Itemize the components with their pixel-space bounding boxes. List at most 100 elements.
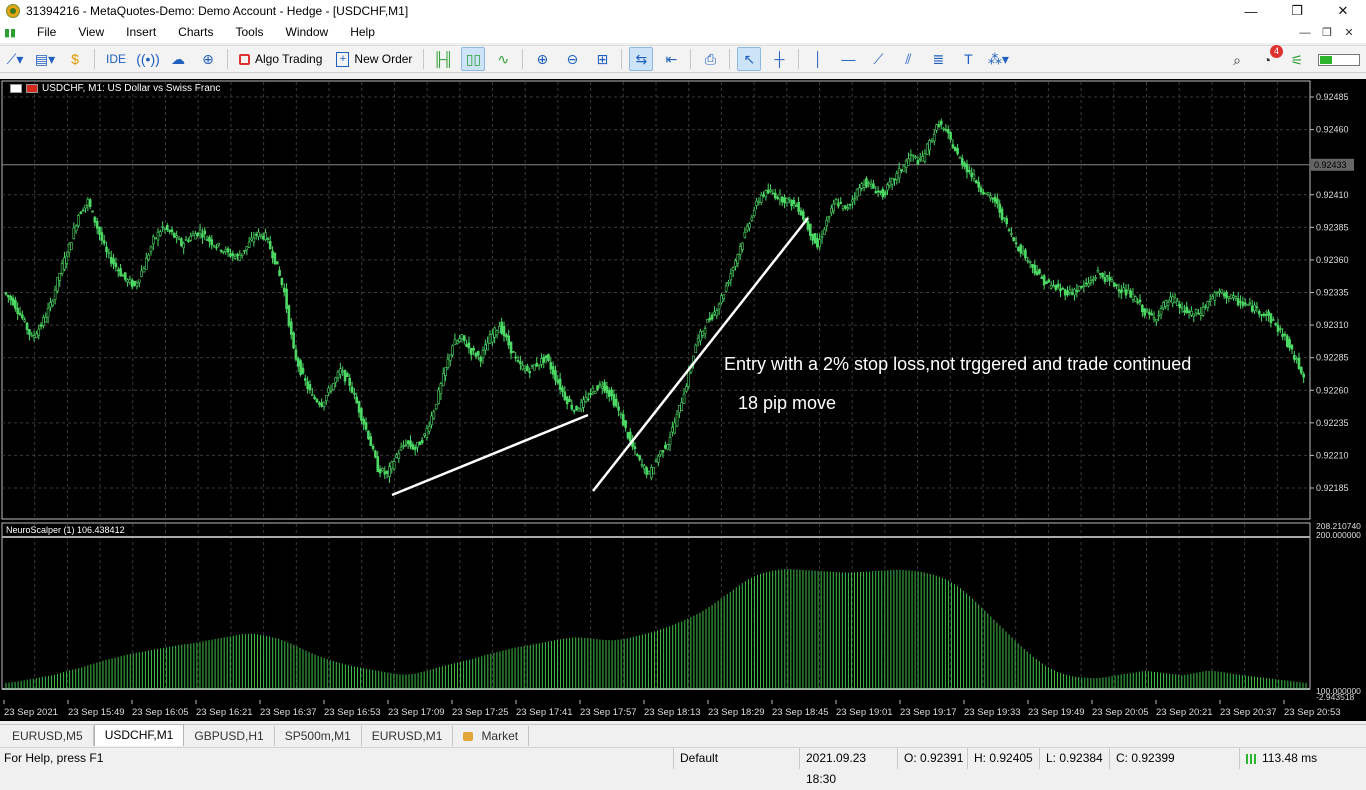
candle-body [135,282,139,287]
candle-body [537,364,541,367]
candle-body [1295,358,1298,360]
menu-charts[interactable]: Charts [167,22,224,43]
tile-windows-icon[interactable]: ⊞ [590,47,614,71]
chart-type-icon[interactable]: ⟋▾ [3,47,27,71]
auto-scroll-icon[interactable]: ⇆ [629,47,654,71]
algo-trading-button[interactable]: Algo Trading [235,47,326,71]
candle-body [245,246,249,251]
tab-market[interactable]: Market [453,726,530,746]
new-order-button[interactable]: + New Order [332,47,416,71]
candle-body [147,254,150,260]
templates-icon[interactable]: ▤▾ [33,47,57,71]
tab-eurusd-m1[interactable]: EURUSD,M1 [362,726,454,746]
candle-body [130,279,134,288]
shapes-icon[interactable]: ⁂▾ [986,47,1010,71]
vps-icon[interactable]: ⊕ [196,47,220,71]
candle-body [37,328,41,336]
candle-body [1143,308,1146,316]
menu-help[interactable]: Help [339,22,386,43]
horizontal-line-icon[interactable]: — [836,47,860,71]
menu-window[interactable]: Window [275,22,340,43]
vertical-line-icon[interactable]: │ [806,47,830,71]
channel-icon[interactable]: ⫽ [896,47,920,71]
chart-window[interactable]: 0.92485 0.92460 0.92410 0.92385 0.92360 0.923… [0,79,1366,721]
candle-body [371,445,375,449]
app-icon [6,4,20,18]
text-tool-icon[interactable]: T [956,47,980,71]
candlestick-chart-icon[interactable]: ▯▯ [461,47,486,71]
candle-body [88,199,92,207]
time-tick-label: 23 Sep 16:21 [196,707,253,718]
chart-minimize-icon[interactable]: — [1294,22,1316,43]
candle-body [462,335,466,341]
candle-body [18,312,22,316]
candle-body [626,432,630,439]
candle-body [748,223,751,229]
menu-view[interactable]: View [67,22,115,43]
candle-body [1047,279,1051,283]
line-chart-icon[interactable]: ∿ [491,47,515,71]
candle-body [755,200,758,206]
maximize-button[interactable]: ❐ [1274,0,1320,22]
menu-tools[interactable]: Tools [225,22,275,43]
close-button[interactable]: ✕ [1320,0,1366,22]
candle-body [523,368,527,371]
candle-body [568,398,571,402]
price-chart[interactable]: 0.92485 0.92460 0.92410 0.92385 0.92360 0.923… [0,79,1366,721]
tab-gbpusd-h1[interactable]: GBPUSD,H1 [184,726,275,746]
ide-button[interactable]: IDE [102,47,130,71]
status-help-text: For Help, press F1 [4,751,104,765]
candle-body [713,311,716,315]
notifications-icon[interactable]: ◔ 4 [1255,45,1283,72]
candle-body [1108,276,1111,281]
candle-body [984,192,987,195]
candle-body [657,455,660,463]
candle-body [633,446,637,450]
tab-sp500m-m1[interactable]: SP500m,M1 [275,726,362,746]
chart-restore-icon[interactable]: ❐ [1316,22,1338,43]
chart-shift-icon[interactable]: ⇤ [659,47,683,71]
candle-body [727,282,730,284]
candle-body [215,246,218,249]
candle-body [339,368,342,375]
price-tick-label: 0.92335 [1316,288,1349,298]
signal-strength-icon[interactable]: ⚟ [1285,48,1309,72]
screenshot-icon[interactable]: ⎙ [698,47,722,71]
candle-body [554,370,557,381]
candle-body [1073,289,1076,296]
tab-usdchf-m1[interactable]: USDCHF,M1 [93,724,185,746]
market-icon[interactable]: $ [63,47,87,71]
candle-body [855,188,859,198]
candle-body [465,343,468,347]
candle-body [296,358,300,367]
search-icon[interactable]: ⌕ [1225,48,1249,72]
candle-body [1012,237,1016,242]
menu-file[interactable]: File [26,22,67,43]
chart-close-icon[interactable]: ✕ [1338,22,1360,43]
menu-insert[interactable]: Insert [115,22,167,43]
candle-body [1138,299,1142,303]
signal-icon[interactable]: ((•)) [136,47,160,71]
candle-body [671,427,674,433]
candle-body [77,215,80,227]
candle-body [652,467,655,475]
candle-body [259,233,263,237]
annotation-pip-move[interactable]: 18 pip move [738,393,836,414]
candle-body [420,439,424,444]
candle-body [869,184,873,187]
annotation-entry[interactable]: Entry with a 2% stop loss,not trggered a… [724,354,1191,375]
bar-chart-icon[interactable]: ╟╢ [431,47,455,71]
candle-body [7,294,10,298]
trend-line-icon[interactable]: ⟋ [866,47,890,71]
candle-body [327,387,330,394]
chart-window-icon[interactable]: ▮▮ [4,26,20,40]
zoom-out-icon[interactable]: ⊖ [560,47,584,71]
tab-eurusd-m5[interactable]: EURUSD,M5 [2,726,94,746]
zoom-in-icon[interactable]: ⊕ [530,47,554,71]
crosshair-icon[interactable]: ┼ [767,47,791,71]
cursor-icon[interactable]: ↖ [737,47,762,71]
candle-body [979,187,983,193]
fibonacci-icon[interactable]: ≣ [926,47,950,71]
cloud-icon[interactable]: ☁ [166,47,190,71]
minimize-button[interactable]: — [1228,0,1274,22]
